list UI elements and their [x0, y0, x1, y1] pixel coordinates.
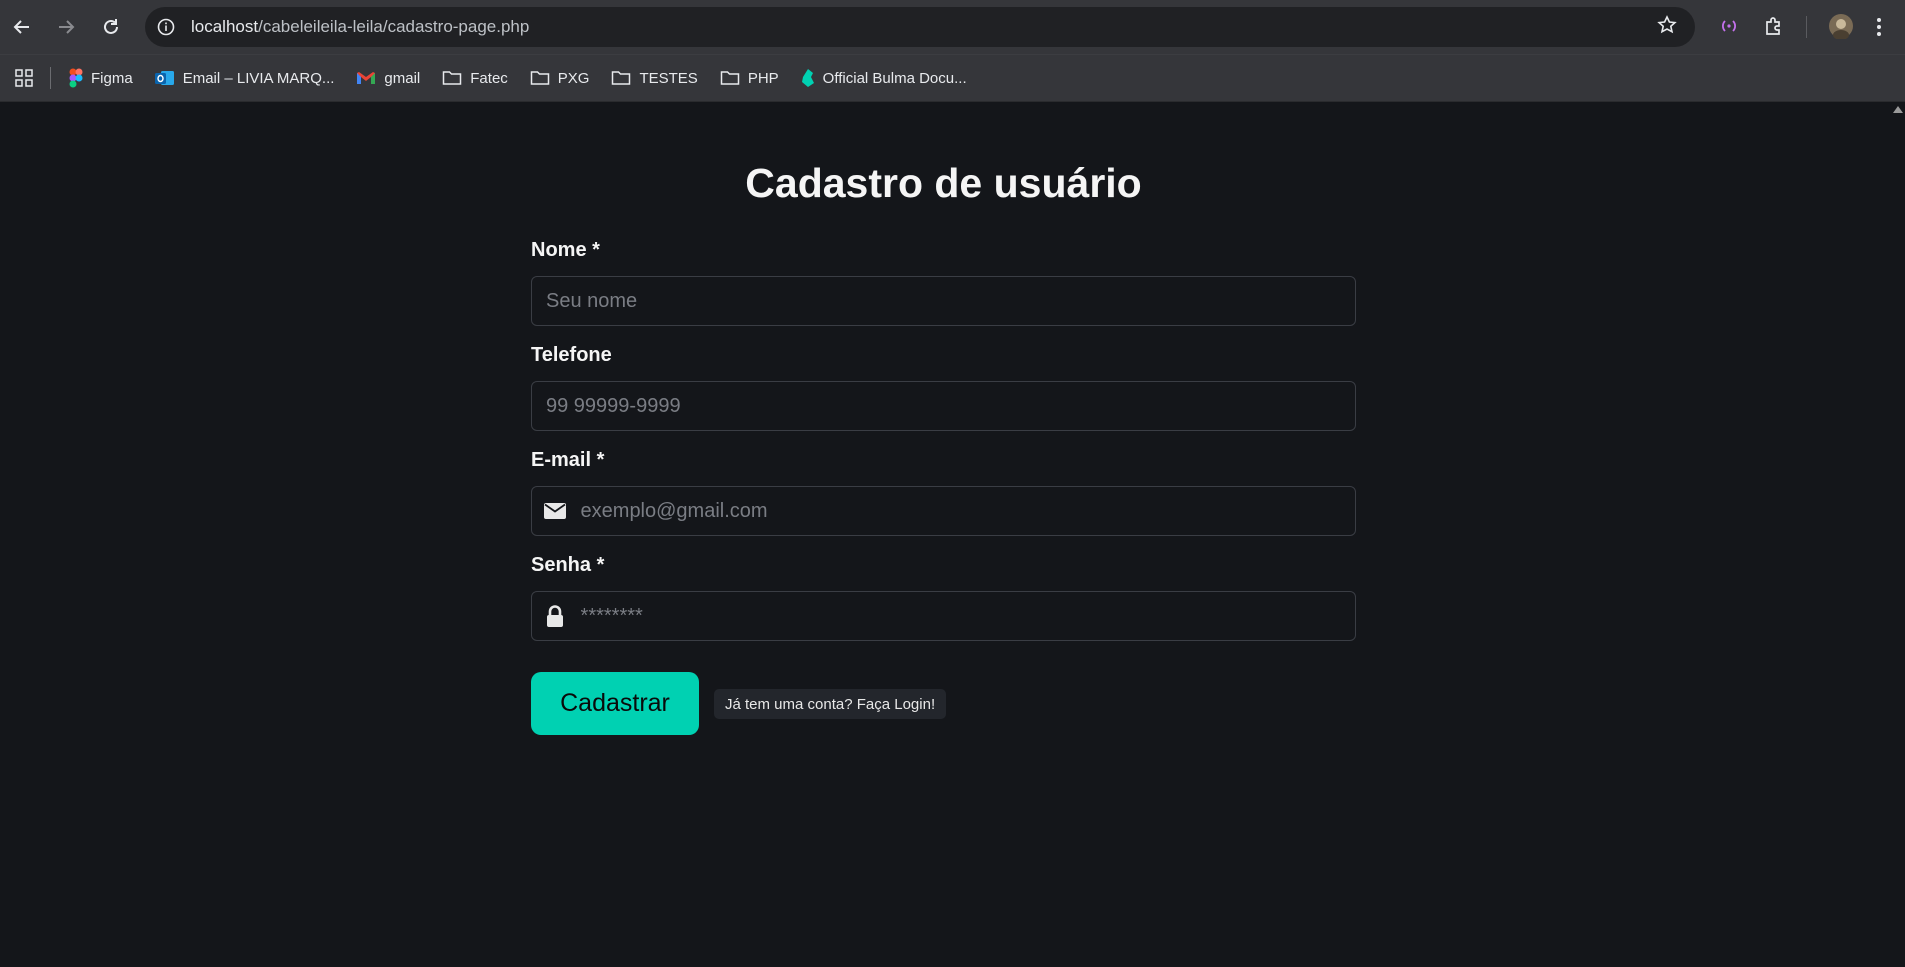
envelope-icon — [544, 503, 567, 519]
email-input[interactable] — [566, 498, 1355, 524]
bookmark-folder-pxg[interactable]: PXG — [530, 69, 590, 87]
nome-input[interactable] — [532, 288, 1355, 314]
bookmark-label: PXG — [557, 69, 590, 87]
apps-grid-icon — [15, 69, 33, 87]
bookmark-folder-fatec[interactable]: Fatec — [442, 70, 508, 87]
bookmarks-bar: Figma Email – LIVIA MARQ... gmail Fatec … — [0, 54, 1905, 102]
more-menu-icon[interactable] — [1876, 16, 1882, 43]
nome-label: Nome * — [531, 239, 600, 261]
nome-field[interactable] — [531, 276, 1356, 326]
toolbar-divider — [1806, 16, 1807, 38]
bookmark-star-icon[interactable] — [1657, 15, 1677, 41]
scroll-up-arrow-icon[interactable] — [1893, 106, 1903, 113]
site-info-icon[interactable] — [155, 16, 177, 38]
telefone-field[interactable] — [531, 381, 1356, 431]
profile-avatar[interactable] — [1828, 13, 1854, 44]
url-path: /cabeleileila-leila/cadastro-page.php — [258, 17, 530, 36]
page-title: Cadastro de usuário — [745, 160, 1142, 206]
senha-input[interactable] — [566, 603, 1355, 629]
bookmarks-separator — [50, 67, 51, 89]
bookmark-folder-php[interactable]: PHP — [720, 70, 779, 87]
folder-icon — [442, 70, 462, 86]
url-text[interactable]: localhost/cabeleileila-leila/cadastro-pa… — [191, 17, 529, 37]
email-label: E-mail * — [531, 449, 605, 471]
telefone-label: Telefone — [531, 344, 612, 366]
scrollbar[interactable] — [1893, 102, 1905, 967]
outlook-icon — [154, 69, 175, 87]
cadastrar-button[interactable]: Cadastrar — [531, 672, 699, 735]
bookmark-label: Figma — [91, 69, 133, 87]
back-button[interactable] — [7, 12, 37, 42]
url-host: localhost — [191, 17, 259, 36]
login-link[interactable]: Já tem uma conta? Faça Login! — [714, 689, 947, 719]
reload-icon — [104, 19, 118, 34]
media-extension-icon[interactable] — [1718, 15, 1740, 42]
lock-icon — [544, 605, 567, 627]
bookmark-label: Official Bulma Docu... — [822, 69, 967, 87]
bookmark-gmail[interactable]: gmail — [356, 70, 420, 87]
senha-label: Senha * — [531, 554, 605, 576]
figma-icon — [69, 68, 83, 88]
browser-toolbar: localhost/cabeleileila-leila/cadastro-pa… — [0, 0, 1905, 54]
bulma-icon — [801, 68, 815, 88]
bookmark-label: TESTES — [639, 69, 698, 87]
bookmark-label: PHP — [747, 69, 779, 87]
telefone-input[interactable] — [532, 393, 1355, 419]
email-field[interactable] — [531, 486, 1356, 536]
senha-field[interactable] — [531, 591, 1356, 641]
reload-button[interactable] — [96, 12, 126, 42]
bookmark-figma[interactable]: Figma — [69, 68, 133, 88]
folder-icon — [720, 70, 740, 86]
extensions-puzzle-icon[interactable] — [1763, 15, 1785, 42]
gmail-icon — [356, 70, 376, 86]
folder-icon — [611, 70, 631, 86]
address-bar[interactable]: localhost/cabeleileila-leila/cadastro-pa… — [145, 7, 1695, 47]
arrow-left-icon — [13, 20, 29, 34]
apps-grid-button[interactable] — [14, 68, 34, 88]
bookmark-email[interactable]: Email – LIVIA MARQ... — [154, 69, 335, 87]
arrow-right-icon — [59, 20, 75, 34]
bookmark-folder-testes[interactable]: TESTES — [611, 69, 698, 87]
bookmark-label: gmail — [384, 69, 421, 87]
page-content: Cadastro de usuário Nome * Telefone E-ma… — [0, 102, 1905, 967]
bookmark-bulma-docs[interactable]: Official Bulma Docu... — [801, 68, 967, 88]
forward-button[interactable] — [51, 12, 81, 42]
bookmark-label: Fatec — [470, 69, 508, 87]
folder-icon — [530, 70, 550, 86]
bookmark-label: Email – LIVIA MARQ... — [182, 69, 335, 87]
